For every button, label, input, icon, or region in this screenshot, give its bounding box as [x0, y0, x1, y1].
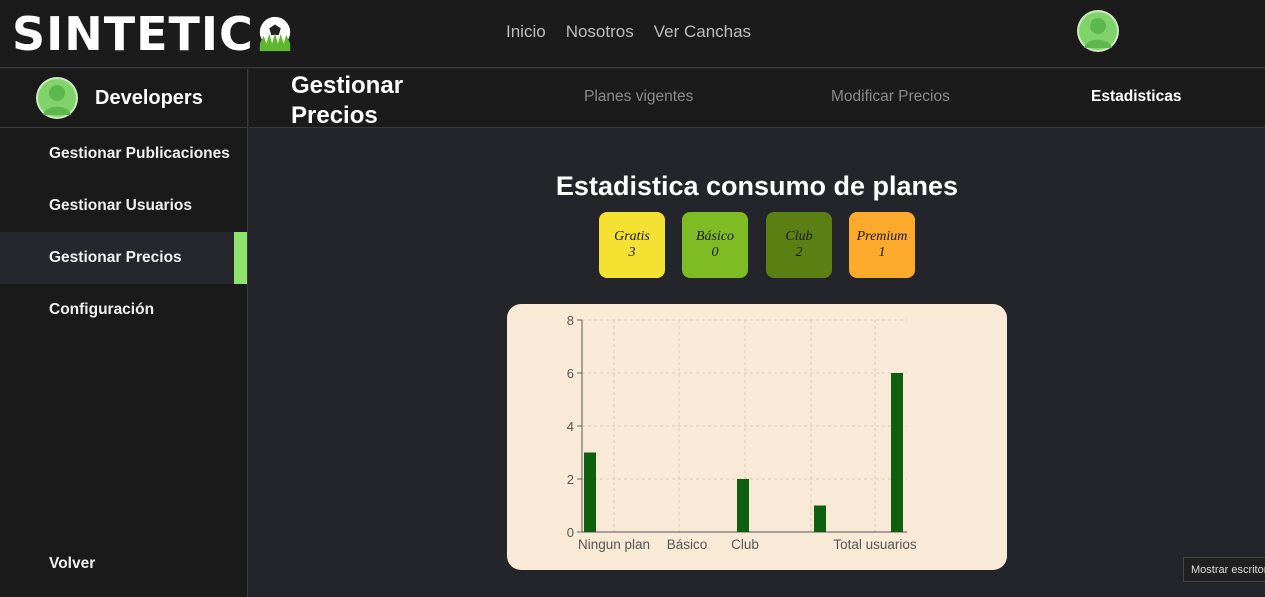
user-avatar-icon[interactable] [1077, 10, 1119, 52]
top-navbar: SINTETIC Inicio Nosotros Ver Canchas [0, 0, 1265, 68]
y-tick-label: 2 [567, 472, 574, 487]
logo-text: SINTETIC [12, 7, 254, 61]
x-tick-label: Básico [667, 537, 708, 552]
y-tick-label: 8 [567, 313, 574, 328]
nav-ver-canchas[interactable]: Ver Canchas [644, 20, 761, 44]
tab-planes-vigentes[interactable]: Planes vigentes [584, 88, 693, 106]
plan-count: 3 [628, 245, 636, 260]
profile-avatar-icon [36, 77, 78, 119]
tab-estadisticas[interactable]: Estadisticas [1091, 88, 1181, 106]
plan-count: 1 [878, 245, 886, 260]
sidebar-header: Developers [0, 69, 247, 128]
plan-badge-gratis: Gratis 3 [599, 212, 665, 278]
bar [891, 373, 903, 532]
sidebar: Developers Gestionar Publicaciones Gesti… [0, 69, 248, 597]
nav-inicio[interactable]: Inicio [496, 20, 556, 44]
sidebar-item-precios[interactable]: Gestionar Precios [0, 232, 247, 284]
plan-count: 2 [795, 245, 803, 260]
section-header: Gestionar Precios Planes vigentes Modifi… [249, 69, 1265, 129]
sidebar-item-publicaciones[interactable]: Gestionar Publicaciones [0, 128, 247, 180]
soccer-ball-icon [259, 16, 290, 52]
plan-badge-basico: Básico 0 [682, 212, 748, 278]
x-tick-label: Ningun plan [578, 537, 650, 552]
logo[interactable]: SINTETIC [12, 4, 294, 64]
bar [814, 505, 826, 532]
bar-chart: 0 2 4 6 8 Ningun plan Básico Club Total usuarios [567, 313, 917, 552]
bar [584, 452, 596, 532]
plan-badge-premium: Premium 1 [849, 212, 915, 278]
plan-name: Club [785, 229, 813, 244]
tab-modificar-precios[interactable]: Modificar Precios [831, 88, 950, 106]
x-tick-label: Total usuarios [833, 537, 917, 552]
plan-count: 0 [711, 245, 719, 260]
x-tick-label: Club [731, 537, 759, 552]
plan-name: Gratis [614, 229, 650, 244]
sidebar-item-usuarios[interactable]: Gestionar Usuarios [0, 180, 247, 232]
bar [737, 479, 749, 532]
back-link[interactable]: Volver [49, 555, 95, 573]
plan-name: Premium [856, 229, 908, 244]
y-tick-label: 0 [567, 525, 574, 540]
stats-title: Estadistica consumo de planes [555, 171, 959, 201]
plan-name: Básico [695, 229, 735, 244]
y-tick-label: 6 [567, 366, 574, 381]
y-tick-label: 4 [567, 419, 574, 434]
nav-nosotros[interactable]: Nosotros [556, 20, 644, 44]
chart-card: 0 2 4 6 8 Ningun plan Básico Club Total usuarios [507, 304, 1007, 570]
plan-badge-club: Club 2 [766, 212, 832, 278]
main-nav: Inicio Nosotros Ver Canchas [496, 20, 761, 44]
sidebar-user-name: Developers [95, 86, 203, 109]
show-desktop-tooltip: Mostrar escritorio [1183, 557, 1265, 582]
page-title: Gestionar Precios [291, 72, 404, 129]
sidebar-item-configuracion[interactable]: Configuración [0, 284, 247, 336]
